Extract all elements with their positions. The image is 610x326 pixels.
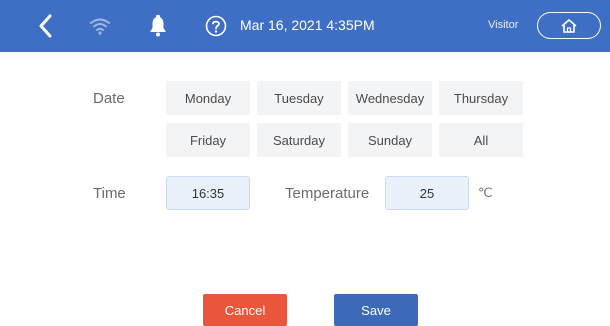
bell-icon xyxy=(150,15,166,37)
user-role: Visitor xyxy=(488,19,519,31)
temperature-field[interactable]: 25 xyxy=(385,176,469,210)
cancel-button[interactable]: Cancel xyxy=(203,294,287,326)
day-chip-monday[interactable]: Monday xyxy=(166,81,250,115)
help-icon xyxy=(205,15,227,37)
temperature-unit: ℃ xyxy=(478,185,493,200)
help-button[interactable] xyxy=(204,14,228,38)
home-button[interactable] xyxy=(537,12,601,39)
time-label: Time xyxy=(93,185,126,202)
time-field[interactable]: 16:35 xyxy=(166,176,250,210)
top-bar: Mar 16, 2021 4:35PM Visitor xyxy=(0,0,610,52)
wifi-status xyxy=(88,14,112,38)
day-chip-all[interactable]: All xyxy=(439,123,523,157)
day-chip-thursday[interactable]: Thursday xyxy=(439,81,523,115)
date-label: Date xyxy=(93,90,125,107)
alarm-button[interactable] xyxy=(146,13,170,39)
back-button[interactable] xyxy=(34,12,56,40)
day-chip-tuesday[interactable]: Tuesday xyxy=(257,81,341,115)
current-datetime: Mar 16, 2021 4:35PM xyxy=(240,17,375,33)
day-chip-friday[interactable]: Friday xyxy=(166,123,250,157)
home-icon xyxy=(561,18,577,33)
day-chip-wednesday[interactable]: Wednesday xyxy=(348,81,432,115)
temperature-label: Temperature xyxy=(285,185,370,202)
back-arrow-icon xyxy=(39,14,52,38)
save-button[interactable]: Save xyxy=(334,294,418,326)
wifi-icon xyxy=(90,18,110,35)
day-chip-saturday[interactable]: Saturday xyxy=(257,123,341,157)
day-chip-sunday[interactable]: Sunday xyxy=(348,123,432,157)
